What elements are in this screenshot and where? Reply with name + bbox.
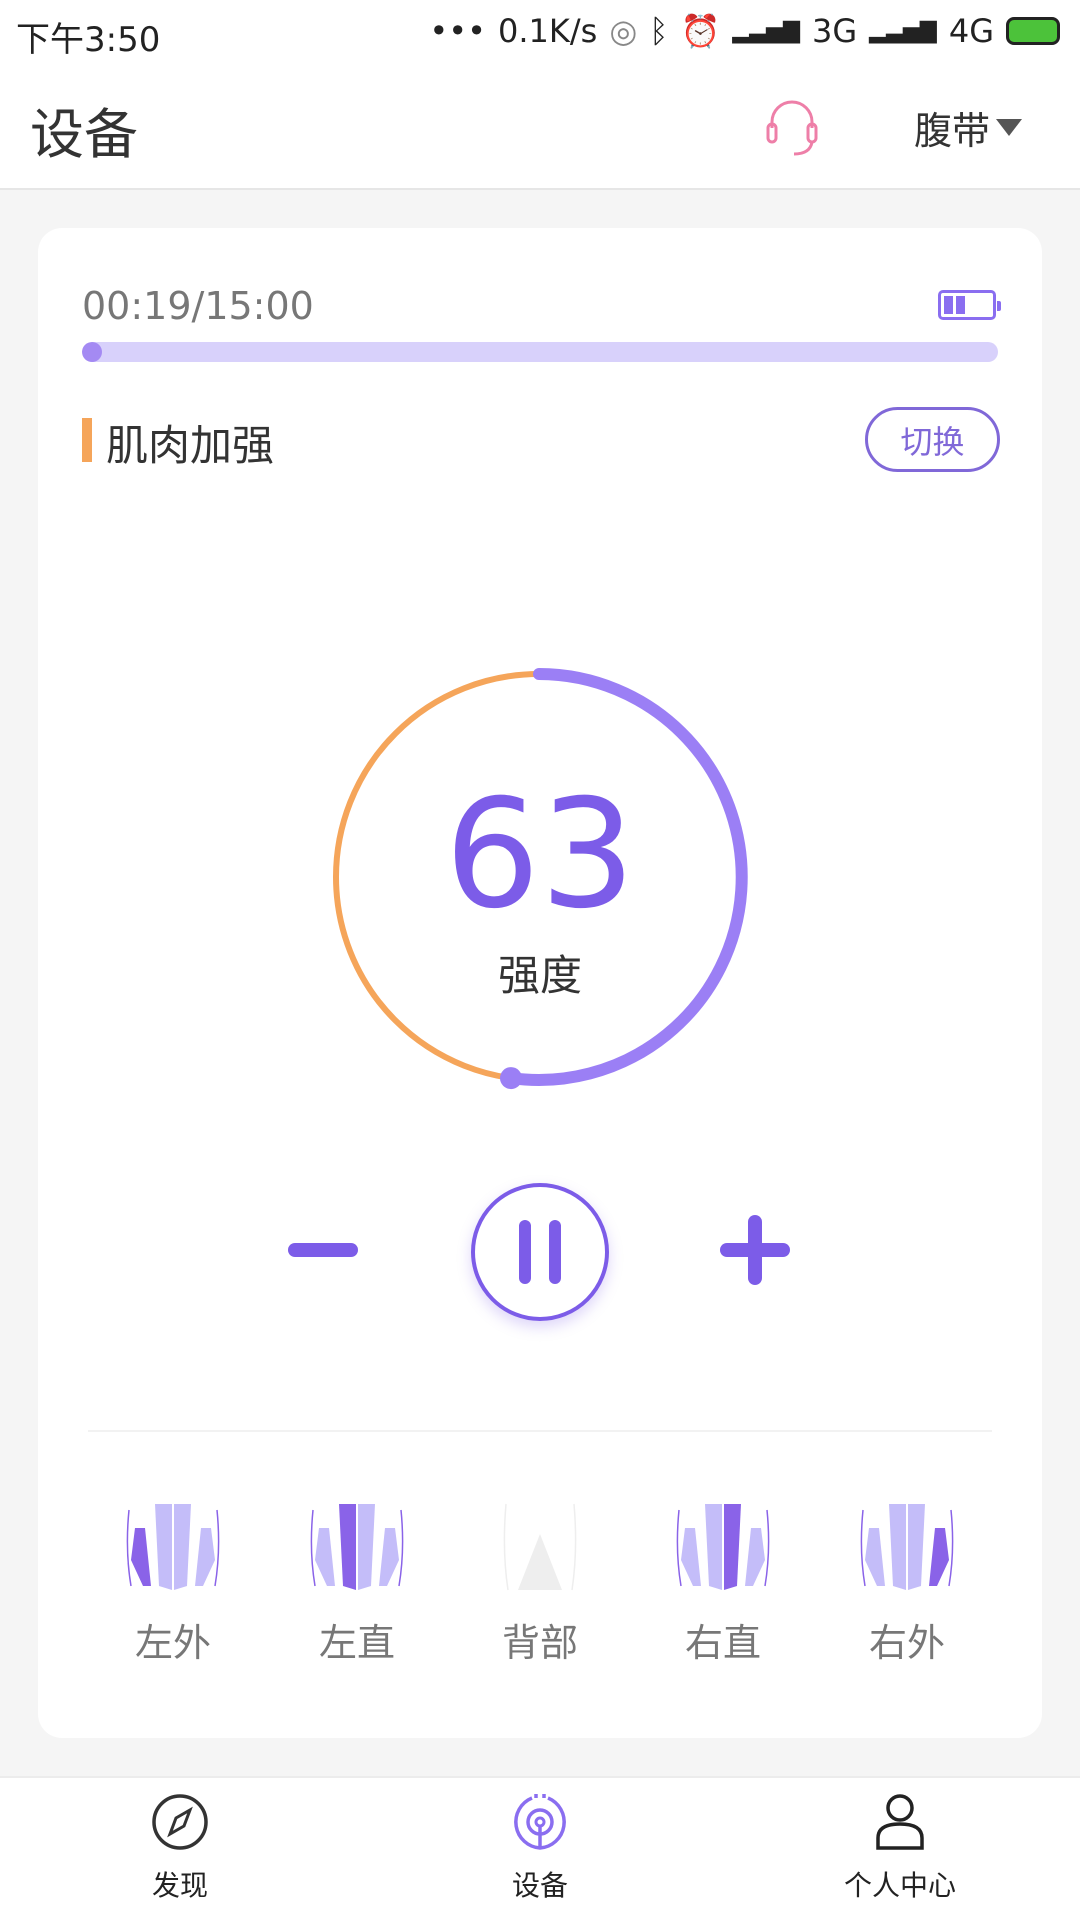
more-dots: ••• [429, 12, 487, 50]
hotspot-icon: ◎ [609, 12, 638, 50]
device-selector[interactable]: 腹带 [914, 100, 1023, 155]
device-name: 腹带 [914, 109, 991, 153]
compass-icon [152, 1794, 208, 1850]
bottom-nav: 发现 设备 个人中心 [0, 1776, 1080, 1920]
zone-label: 左外 [134, 1621, 211, 1665]
muscle-left-outer-icon [126, 1504, 220, 1590]
signal-icon: ▂▃▅▇ [869, 18, 937, 44]
bluetooth-icon: ᛒ [649, 12, 669, 50]
zone-label: 右外 [868, 1621, 945, 1665]
decrease-button[interactable] [263, 1190, 383, 1310]
net-speed: 0.1K/s [498, 12, 598, 50]
nav-device[interactable]: 设备 [440, 1792, 640, 1904]
ring-knob[interactable] [500, 1067, 522, 1090]
intensity-label: 强度 [497, 951, 582, 1000]
status-time: 下午3:50 [16, 20, 161, 60]
intensity-value: 63 [444, 768, 636, 942]
session-card: 00:19/15:00 肌肉加强 切换 63 强度 左外 左直 背部 右直 右外 [38, 228, 1042, 1738]
zone-label: 背部 [501, 1621, 578, 1665]
status-bar: 下午3:50 ••• 0.1K/s ◎ ᛒ ⏰ ▂▃▅▇ 3G ▂▃▅▇ 4G [0, 0, 1080, 72]
network-4g: 4G [948, 12, 994, 50]
increase-button[interactable] [695, 1190, 815, 1310]
nav-discover[interactable]: 发现 [80, 1792, 280, 1904]
pause-button[interactable] [471, 1183, 609, 1321]
nav-profile[interactable]: 个人中心 [800, 1792, 1000, 1904]
muscle-left-straight-icon [310, 1504, 404, 1590]
status-icons: ••• 0.1K/s ◎ ᛒ ⏰ ▂▃▅▇ 3G ▂▃▅▇ 4G [429, 12, 1060, 50]
headset-icon[interactable] [762, 94, 822, 160]
person-icon [876, 1794, 924, 1850]
device-icon [514, 1794, 566, 1850]
zone-left-straight[interactable]: 左直 [297, 1500, 417, 1667]
page-title: 设备 [30, 103, 138, 166]
zone-label: 左直 [318, 1621, 395, 1665]
pause-icon [519, 1220, 561, 1284]
app-header: 设备 腹带 [0, 72, 1080, 190]
zone-left-outer[interactable]: 左外 [113, 1500, 233, 1667]
muscle-back-icon [503, 1503, 577, 1591]
muscle-right-straight-icon [676, 1504, 770, 1590]
zone-right-straight[interactable]: 右直 [663, 1500, 783, 1667]
nav-label: 发现 [151, 1869, 208, 1902]
zone-right-outer[interactable]: 右外 [847, 1500, 967, 1667]
plus-icon [720, 1215, 790, 1285]
battery-charging-icon [1006, 17, 1060, 45]
network-3g: 3G [812, 12, 858, 50]
nav-label: 个人中心 [843, 1869, 956, 1902]
alarm-icon: ⏰ [680, 12, 721, 50]
zone-label: 右直 [684, 1621, 761, 1665]
zone-back[interactable]: 背部 [480, 1500, 600, 1667]
divider [88, 1430, 992, 1432]
signal-icon: ▂▃▅▇ [732, 18, 800, 44]
caret-down-icon [996, 119, 1023, 136]
minus-icon [288, 1243, 358, 1257]
muscle-right-outer-icon [860, 1504, 954, 1590]
nav-label: 设备 [511, 1869, 568, 1902]
